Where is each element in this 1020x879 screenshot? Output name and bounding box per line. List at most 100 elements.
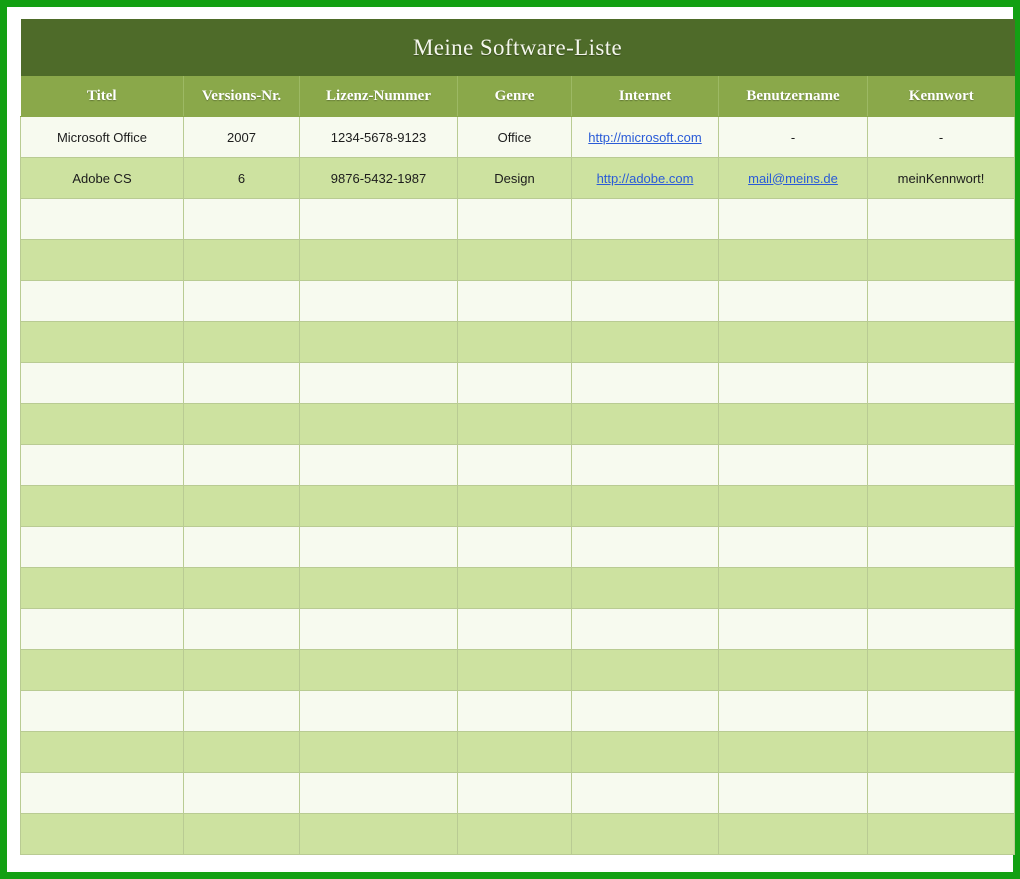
cell-version[interactable] (183, 403, 300, 445)
cell-lizenz[interactable] (299, 649, 458, 691)
cell-genre[interactable]: Design (457, 157, 572, 199)
cell-titel[interactable] (20, 280, 184, 322)
cell-benutzername[interactable] (718, 280, 868, 322)
column-header-internet[interactable]: Internet (571, 76, 719, 117)
cell-internet[interactable] (571, 608, 719, 650)
cell-internet[interactable] (571, 485, 719, 527)
column-header-lizenz[interactable]: Lizenz-Nummer (299, 76, 458, 117)
cell-genre[interactable] (457, 813, 572, 855)
cell-kennwort[interactable] (866, 813, 1016, 855)
cell-internet[interactable] (571, 198, 719, 240)
cell-lizenz[interactable]: 9876-5432-1987 (299, 157, 458, 199)
cell-internet[interactable] (571, 280, 719, 322)
cell-lizenz[interactable] (299, 239, 458, 281)
table-row[interactable] (20, 321, 1016, 363)
cell-genre[interactable] (457, 403, 572, 445)
cell-internet[interactable] (571, 362, 719, 404)
cell-version[interactable] (183, 321, 300, 363)
cell-genre[interactable] (457, 608, 572, 650)
cell-lizenz[interactable] (299, 280, 458, 322)
cell-benutzername[interactable]: mail@meins.de (718, 157, 868, 199)
cell-titel[interactable]: Microsoft Office (20, 116, 184, 158)
cell-internet[interactable] (571, 321, 719, 363)
cell-lizenz[interactable] (299, 485, 458, 527)
cell-version[interactable] (183, 772, 300, 814)
cell-titel[interactable] (20, 362, 184, 404)
table-row[interactable] (20, 485, 1016, 527)
cell-genre[interactable] (457, 444, 572, 486)
cell-lizenz[interactable] (299, 321, 458, 363)
cell-internet[interactable] (571, 649, 719, 691)
column-header-version[interactable]: Versions-Nr. (183, 76, 300, 117)
table-row[interactable]: Microsoft Office 2007 1234-5678-9123 Office… (20, 116, 1016, 158)
cell-genre[interactable]: Office (457, 116, 572, 158)
cell-kennwort[interactable] (866, 280, 1016, 322)
cell-kennwort[interactable] (866, 526, 1016, 568)
cell-benutzername[interactable] (718, 444, 868, 486)
cell-version[interactable] (183, 649, 300, 691)
cell-titel[interactable] (20, 649, 184, 691)
cell-genre[interactable] (457, 321, 572, 363)
cell-internet[interactable] (571, 731, 719, 773)
cell-internet[interactable] (571, 567, 719, 609)
cell-kennwort[interactable] (866, 485, 1016, 527)
link-benutzername[interactable]: mail@meins.de (748, 171, 838, 186)
table-row[interactable] (20, 690, 1016, 732)
cell-lizenz[interactable] (299, 362, 458, 404)
cell-benutzername[interactable] (718, 813, 868, 855)
cell-genre[interactable] (457, 239, 572, 281)
cell-titel[interactable] (20, 526, 184, 568)
cell-titel[interactable] (20, 444, 184, 486)
cell-benutzername[interactable] (718, 526, 868, 568)
cell-benutzername[interactable] (718, 608, 868, 650)
cell-lizenz[interactable] (299, 198, 458, 240)
cell-genre[interactable] (457, 362, 572, 404)
cell-internet[interactable] (571, 813, 719, 855)
cell-kennwort[interactable]: - (866, 116, 1016, 158)
cell-internet[interactable] (571, 403, 719, 445)
cell-internet[interactable] (571, 239, 719, 281)
link-internet[interactable]: http://adobe.com (597, 171, 694, 186)
cell-internet[interactable]: http://adobe.com (571, 157, 719, 199)
cell-version[interactable] (183, 526, 300, 568)
column-header-kennwort[interactable]: Kennwort (866, 76, 1015, 117)
cell-version[interactable] (183, 690, 300, 732)
column-header-titel[interactable]: Titel (20, 76, 184, 117)
cell-benutzername[interactable]: - (718, 116, 868, 158)
cell-kennwort[interactable] (866, 403, 1016, 445)
cell-lizenz[interactable]: 1234-5678-9123 (299, 116, 458, 158)
cell-benutzername[interactable] (718, 198, 868, 240)
cell-benutzername[interactable] (718, 649, 868, 691)
cell-kennwort[interactable] (866, 731, 1016, 773)
cell-lizenz[interactable] (299, 403, 458, 445)
table-row[interactable] (20, 731, 1016, 773)
cell-kennwort[interactable] (866, 690, 1016, 732)
cell-version[interactable] (183, 485, 300, 527)
table-row[interactable] (20, 567, 1016, 609)
cell-lizenz[interactable] (299, 567, 458, 609)
cell-benutzername[interactable] (718, 403, 868, 445)
cell-titel[interactable] (20, 690, 184, 732)
table-row[interactable] (20, 649, 1016, 691)
table-row[interactable] (20, 444, 1016, 486)
cell-titel[interactable] (20, 321, 184, 363)
cell-benutzername[interactable] (718, 321, 868, 363)
cell-titel[interactable] (20, 567, 184, 609)
cell-internet[interactable]: http://microsoft.com (571, 116, 719, 158)
cell-lizenz[interactable] (299, 690, 458, 732)
cell-version[interactable]: 6 (183, 157, 300, 199)
cell-lizenz[interactable] (299, 772, 458, 814)
link-internet[interactable]: http://microsoft.com (588, 130, 701, 145)
cell-version[interactable]: 2007 (183, 116, 300, 158)
column-header-genre[interactable]: Genre (457, 76, 572, 117)
cell-kennwort[interactable] (866, 567, 1016, 609)
cell-version[interactable] (183, 567, 300, 609)
cell-version[interactable] (183, 813, 300, 855)
cell-titel[interactable]: Adobe CS (20, 157, 184, 199)
cell-kennwort[interactable]: meinKennwort! (866, 157, 1016, 199)
cell-kennwort[interactable] (866, 444, 1016, 486)
cell-version[interactable] (183, 239, 300, 281)
cell-genre[interactable] (457, 280, 572, 322)
cell-lizenz[interactable] (299, 731, 458, 773)
cell-genre[interactable] (457, 772, 572, 814)
